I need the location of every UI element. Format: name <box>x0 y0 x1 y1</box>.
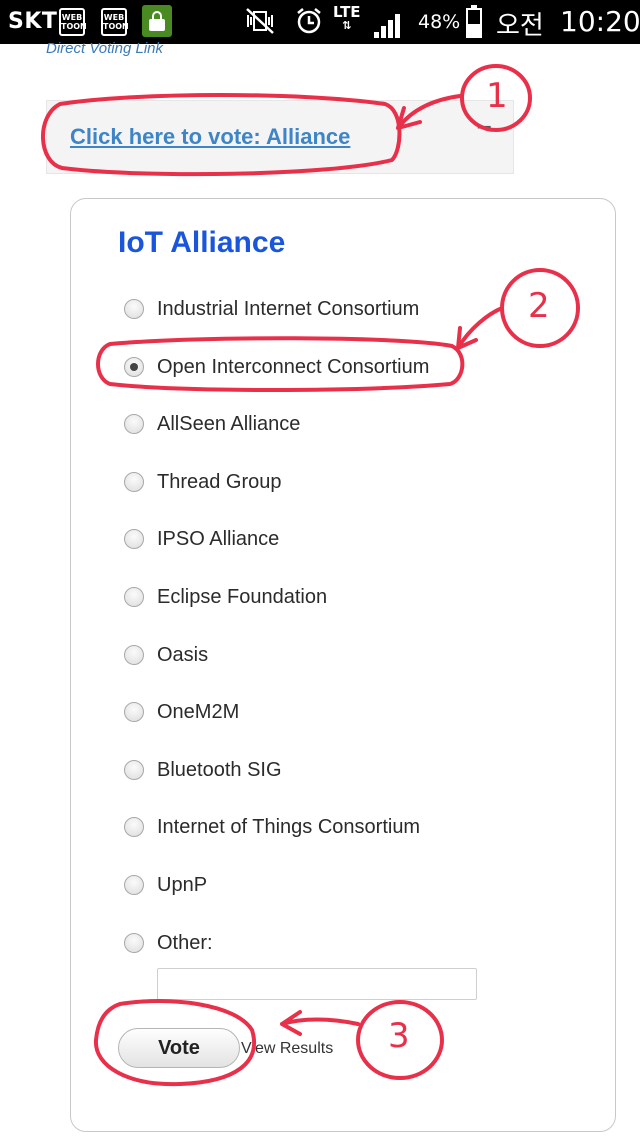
poll-option-label: Open Interconnect Consortium <box>157 355 430 378</box>
other-text-field[interactable] <box>157 968 477 1000</box>
battery-percent: 48% <box>418 11 461 33</box>
clock: 10:20 <box>560 5 640 38</box>
radio-button[interactable] <box>124 471 144 492</box>
lock-icon <box>142 5 172 37</box>
status-bar: SKT WEB TOON WEB TOON LTE ⇅ 48% 오전 10:20 <box>0 0 640 44</box>
poll-option-label: OneM2M <box>157 701 240 724</box>
poll-title: IoT Alliance <box>118 226 286 259</box>
annotation-step3-label: 3 <box>388 1016 410 1056</box>
poll-option-label: Bluetooth SIG <box>157 758 282 781</box>
radio-button[interactable] <box>124 299 144 319</box>
signal-icon <box>374 12 404 38</box>
carrier-label: SKT <box>8 9 58 34</box>
poll-option-label: IPSO Alliance <box>157 528 280 551</box>
poll-option-label: Other: <box>157 931 213 954</box>
radio-button-selected[interactable] <box>124 356 144 377</box>
radio-button[interactable] <box>124 587 144 607</box>
radio-button[interactable] <box>124 759 144 780</box>
poll-option-label: Industrial Internet Consortium <box>157 298 420 320</box>
radio-button[interactable] <box>124 932 144 953</box>
battery-icon <box>466 5 482 38</box>
annotation-step1-label: 1 <box>486 76 508 116</box>
lte-icon: LTE ⇅ <box>333 3 361 32</box>
poll-option-label: UpnP <box>157 874 208 896</box>
webtoon-app-icon: WEB TOON <box>59 8 87 36</box>
vote-link[interactable]: Click here to vote: Alliance <box>70 124 350 150</box>
radio-button[interactable] <box>124 644 144 665</box>
view-results-link[interactable]: View Results <box>241 1040 333 1058</box>
direct-voting-link[interactable]: Direct Voting Link <box>46 40 163 57</box>
poll-option-label: AllSeen Alliance <box>157 413 301 436</box>
radio-button[interactable] <box>124 875 144 895</box>
poll-option-label: Oasis <box>157 643 209 666</box>
alarm-icon <box>294 6 324 43</box>
poll-option-label: Eclipse Foundation <box>157 586 328 608</box>
ampm-label: 오전 <box>496 11 544 41</box>
poll-option-label: Internet of Things Consortium <box>157 816 421 839</box>
annotation-step2-label: 2 <box>528 286 550 326</box>
poll-option-label: Thread Group <box>157 470 282 493</box>
webtoon-app-icon: WEB TOON <box>101 8 129 36</box>
vibrate-mute-icon <box>244 6 276 43</box>
vote-button[interactable]: Vote <box>118 1028 240 1068</box>
